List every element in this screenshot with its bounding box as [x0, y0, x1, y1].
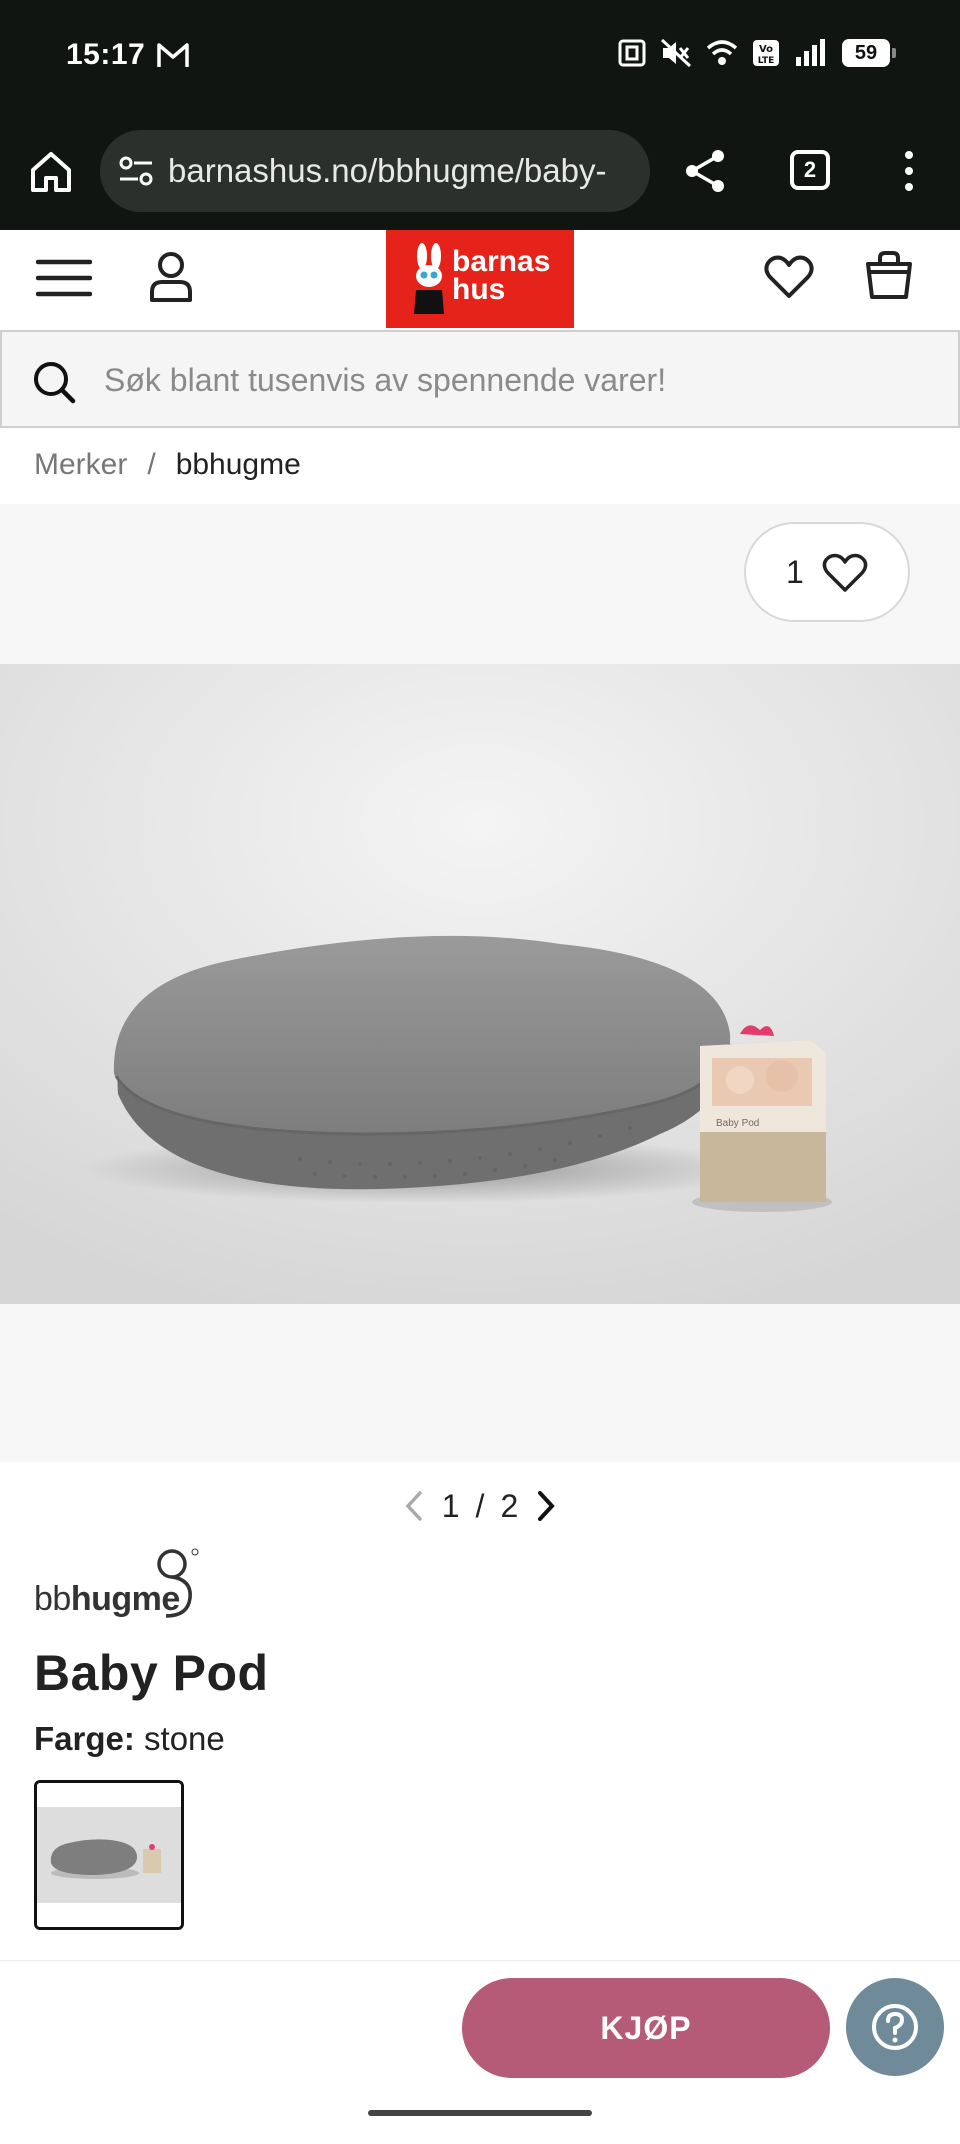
brand-mark-icon — [157, 1548, 199, 1618]
tab-switcher-button[interactable]: 2 — [790, 150, 830, 190]
chevron-right-icon[interactable] — [534, 1489, 558, 1523]
product-gallery[interactable]: 1 Baby Pod — [0, 504, 960, 1462]
brand-prefix: bb — [34, 1580, 71, 1618]
breadcrumb-current: bbhugme — [175, 448, 301, 481]
pager-separator: / — [475, 1487, 485, 1524]
wifi-icon — [706, 40, 738, 65]
help-button[interactable] — [846, 1978, 944, 2076]
question-icon — [872, 2004, 918, 2050]
color-swatch-stone[interactable] — [34, 1780, 184, 1930]
site-header: barnas hus — [0, 230, 960, 330]
gesture-bar — [368, 2110, 592, 2116]
breadcrumb: Merker / bbhugme — [34, 448, 301, 482]
svg-text:Baby Pod: Baby Pod — [716, 1118, 759, 1129]
svg-text:LTE: LTE — [758, 56, 775, 66]
home-icon[interactable] — [28, 148, 74, 194]
pager-current: 1 — [441, 1487, 460, 1524]
signal-icon — [796, 39, 825, 66]
swatch-thumbnail — [37, 1783, 181, 1927]
logo-line-1: barnas — [452, 245, 551, 278]
heart-icon[interactable] — [764, 254, 814, 300]
volte-icon: Vo LTE — [753, 40, 779, 66]
wishlist-button[interactable]: 1 — [744, 522, 910, 622]
battery-indicator: 59 — [842, 39, 896, 67]
share-icon[interactable] — [682, 148, 728, 194]
breadcrumb-separator: / — [147, 448, 156, 481]
color-value: stone — [144, 1720, 225, 1757]
status-icons: Vo LTE 59 — [618, 38, 896, 68]
mute-icon — [660, 38, 692, 68]
product-title: Baby Pod — [34, 1645, 269, 1701]
tune-icon[interactable] — [118, 154, 154, 188]
svg-text:Vo: Vo — [759, 44, 773, 55]
chevron-left-icon[interactable] — [402, 1489, 426, 1523]
breadcrumb-link-merker[interactable]: Merker — [34, 448, 127, 482]
status-bar: 15:17 Vo LTE 59 — [0, 0, 960, 112]
nfc-icon — [618, 39, 646, 67]
logo-text: barnas hus — [452, 245, 551, 306]
search-bar[interactable]: Søk blant tusenvis av spennende varer! — [0, 330, 960, 428]
hamburger-icon[interactable] — [36, 256, 92, 300]
status-time: 15:17 — [66, 38, 146, 71]
address-bar[interactable]: barnashus.no/bbhugme/baby- — [100, 130, 650, 212]
divider — [0, 1960, 960, 1961]
more-vert-icon[interactable] — [894, 148, 924, 194]
site-logo[interactable]: barnas hus — [386, 230, 574, 328]
wishlist-count: 1 — [786, 554, 804, 590]
brand-logo[interactable]: bbhugme — [34, 1544, 214, 1624]
buy-button[interactable]: KJØP — [462, 1978, 830, 2078]
color-line: Farge: stone — [34, 1720, 225, 1758]
bunny-logo-icon — [414, 243, 444, 314]
url-text[interactable]: barnashus.no/bbhugme/baby- — [168, 152, 638, 190]
gallery-pager: 1 / 2 — [0, 1478, 960, 1534]
bag-icon[interactable] — [866, 250, 912, 300]
heart-icon — [822, 553, 868, 592]
product-image[interactable]: Baby Pod — [0, 664, 960, 1304]
search-icon[interactable] — [32, 360, 76, 404]
browser-toolbar: barnashus.no/bbhugme/baby- 2 — [0, 112, 960, 230]
color-label: Farge: — [34, 1720, 135, 1757]
pager-total: 2 — [500, 1487, 519, 1524]
user-icon[interactable] — [148, 250, 194, 304]
gmail-icon — [157, 43, 189, 67]
search-input[interactable]: Søk blant tusenvis av spennende varer! — [104, 362, 666, 399]
logo-line-2: hus — [452, 273, 506, 306]
